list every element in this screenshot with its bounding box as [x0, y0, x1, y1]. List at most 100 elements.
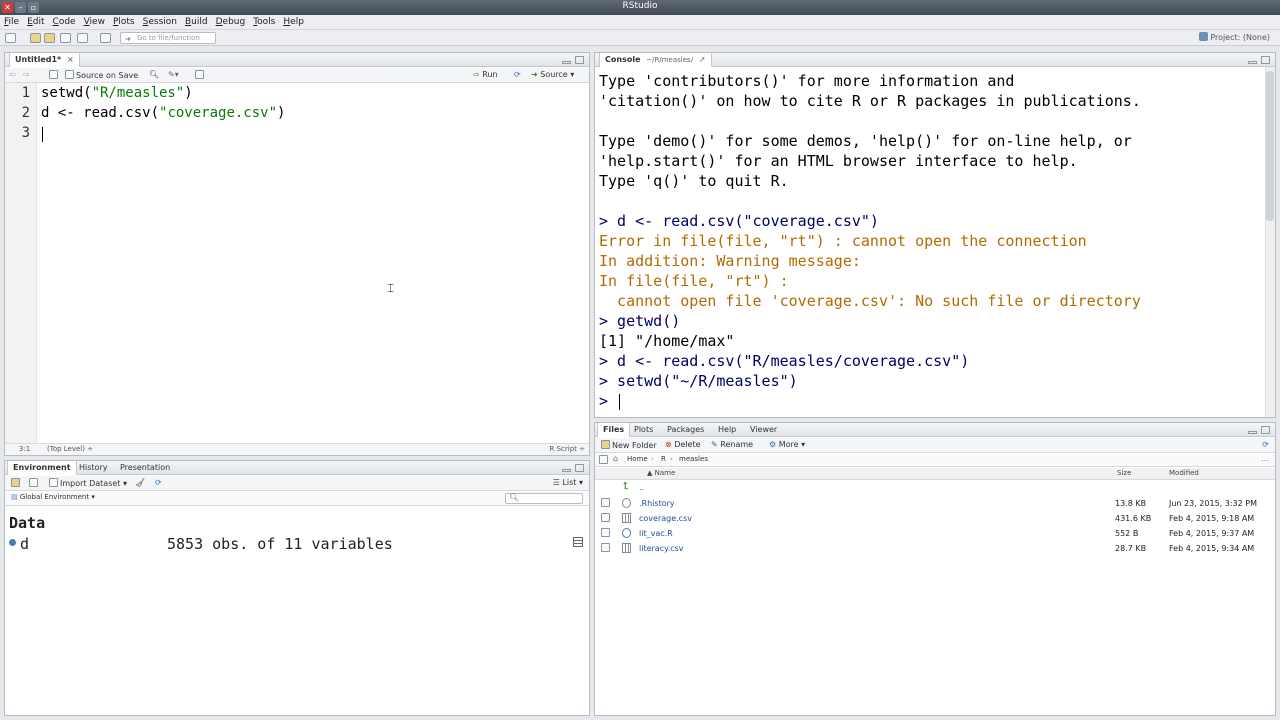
open-file-icon[interactable]	[44, 33, 55, 43]
menu-view[interactable]: View	[84, 17, 105, 27]
open-project-icon[interactable]	[30, 33, 41, 43]
breadcrumb-r[interactable]: R	[661, 455, 666, 463]
minimize-pane-icon[interactable]	[562, 469, 571, 472]
code-tools-icon[interactable]: ✎▾	[168, 70, 179, 79]
file-checkbox[interactable]	[601, 528, 612, 538]
file-row[interactable]: coverage.csv 431.6 KB Feb 4, 2015, 9:18 …	[595, 511, 1275, 526]
tab-help[interactable]: Help	[713, 423, 741, 437]
save-icon[interactable]	[60, 33, 71, 43]
tab-presentation[interactable]: Presentation	[115, 461, 175, 475]
file-checkbox[interactable]	[601, 513, 612, 523]
rename-button[interactable]: ✎ Rename	[711, 440, 753, 449]
expand-arrow-icon[interactable]	[9, 539, 16, 546]
file-checkbox[interactable]	[601, 543, 612, 553]
name-column-header[interactable]: ▲ Name	[647, 469, 675, 477]
size-column-header[interactable]: Size	[1117, 469, 1131, 477]
menu-code[interactable]: Code	[53, 17, 76, 27]
new-folder-button[interactable]: New Folder	[601, 440, 657, 450]
home-icon[interactable]: ⌂	[613, 454, 618, 463]
menu-debug[interactable]: Debug	[216, 17, 246, 27]
modified-column-header[interactable]: Modified	[1169, 469, 1199, 477]
close-tab-icon[interactable]: ×	[67, 55, 74, 64]
code-editor[interactable]: setwd("R/measles") d <- read.csv("covera…	[38, 83, 589, 443]
tab-untitled1[interactable]: Untitled1* ×	[9, 53, 80, 67]
menu-edit[interactable]: Edit	[27, 17, 44, 27]
save-all-icon[interactable]	[77, 33, 88, 43]
global-environment-selector[interactable]: ▤ Global Environment ▾	[11, 493, 95, 501]
rerun-icon[interactable]: ⟳	[514, 70, 521, 79]
file-name[interactable]: literacy.csv	[639, 544, 684, 553]
view-data-icon[interactable]	[573, 537, 583, 547]
file-row[interactable]: lit_vac.R 552 B Feb 4, 2015, 9:37 AM	[595, 526, 1275, 541]
refresh-environment-icon[interactable]: ⟳	[155, 478, 162, 487]
maximize-pane-icon[interactable]	[1261, 426, 1270, 434]
csv-file-icon	[622, 513, 631, 523]
compile-report-icon[interactable]	[195, 70, 206, 80]
breadcrumb-home[interactable]: Home	[627, 455, 648, 463]
select-all-checkbox[interactable]	[599, 455, 610, 465]
environment-row[interactable]: d 5853 obs. of 11 variables	[9, 535, 585, 553]
tab-plots[interactable]: Plots	[629, 423, 658, 437]
goto-file-input[interactable]: ➜ Go to file/function	[120, 32, 216, 44]
load-workspace-icon[interactable]	[11, 478, 22, 488]
tab-environment[interactable]: Environment	[7, 461, 77, 475]
breadcrumb-measles[interactable]: measles	[679, 455, 708, 463]
minimize-pane-icon[interactable]	[1248, 431, 1257, 434]
maximize-pane-icon[interactable]	[575, 56, 584, 64]
tab-packages[interactable]: Packages	[662, 423, 709, 437]
r-history-file-icon	[622, 498, 631, 508]
file-type-selector[interactable]: R Script ÷	[550, 445, 585, 453]
maximize-pane-icon[interactable]	[575, 464, 584, 472]
file-checkbox[interactable]	[601, 498, 612, 508]
run-arrow-icon: ⇨	[473, 70, 480, 79]
menu-help[interactable]: Help	[283, 17, 304, 27]
menu-session[interactable]: Session	[143, 17, 177, 27]
import-dataset-button[interactable]: Import Dataset ▾	[49, 478, 127, 488]
save-editor-icon[interactable]	[49, 70, 60, 80]
file-row[interactable]: .Rhistory 13.8 KB Jun 23, 2015, 3:32 PM	[595, 496, 1275, 511]
refresh-files-icon[interactable]: ⟳	[1262, 440, 1269, 449]
source-on-save-checkbox[interactable]: Source on Save	[65, 70, 138, 80]
parent-directory-link[interactable]: ..	[639, 483, 644, 492]
source-button[interactable]: ➜ Source ▾	[531, 70, 574, 79]
menu-file[interactable]: File	[4, 17, 19, 27]
file-name[interactable]: lit_vac.R	[639, 529, 673, 538]
more-button[interactable]: ⚙ More ▾	[769, 440, 805, 449]
console-line: In addition: Warning message:	[599, 252, 861, 270]
minimize-pane-icon[interactable]	[562, 61, 571, 64]
tab-viewer[interactable]: Viewer	[745, 423, 782, 437]
environment-icon: ▤	[11, 493, 18, 501]
minimize-pane-icon[interactable]	[1248, 61, 1257, 64]
scope-selector[interactable]: (Top Level) ÷	[47, 445, 93, 453]
file-row[interactable]: literacy.csv 28.7 KB Feb 4, 2015, 9:34 A…	[595, 541, 1275, 556]
save-workspace-icon[interactable]	[29, 478, 40, 488]
delete-button[interactable]: ⊗ Delete	[665, 440, 701, 449]
tab-history[interactable]: History	[74, 461, 112, 475]
list-view-selector[interactable]: ☰ List ▾	[553, 478, 583, 487]
run-button[interactable]: ⇨ Run	[473, 70, 498, 79]
console-scrollbar[interactable]	[1265, 67, 1275, 417]
console-scroll-thumb[interactable]	[1266, 71, 1274, 221]
file-name[interactable]: .Rhistory	[639, 499, 675, 508]
clear-workspace-icon[interactable]: 🧹︎	[135, 478, 145, 487]
file-name[interactable]: coverage.csv	[639, 514, 692, 523]
back-arrow-icon[interactable]: ⇦	[9, 70, 16, 79]
environment-search-input[interactable]: 🔍︎	[505, 493, 583, 504]
project-menu[interactable]: Project: (None)	[1199, 32, 1270, 42]
print-icon[interactable]	[100, 33, 111, 43]
console-output[interactable]: Type 'contributors()' for more informati…	[595, 67, 1265, 417]
console-line: Type 'q()' to quit R.	[599, 172, 789, 190]
menu-tools[interactable]: Tools	[253, 17, 275, 27]
maximize-pane-icon[interactable]	[1261, 56, 1270, 64]
menu-build[interactable]: Build	[185, 17, 208, 27]
parent-directory-row[interactable]: ⮤ ..	[595, 481, 1275, 496]
go-to-directory-icon[interactable]: …	[1261, 454, 1269, 463]
tab-files[interactable]: Files	[597, 423, 631, 437]
find-icon[interactable]: 🔍︎	[149, 70, 159, 79]
tab-console[interactable]: Console ~/R/measles/ ➚	[599, 53, 712, 67]
forward-arrow-icon[interactable]: ⇨	[23, 70, 30, 79]
go-to-directory-icon[interactable]: ➚	[699, 55, 706, 64]
menu-plots[interactable]: Plots	[113, 17, 135, 27]
up-arrow-icon: ⮤	[623, 481, 629, 492]
new-file-icon[interactable]	[5, 33, 16, 43]
